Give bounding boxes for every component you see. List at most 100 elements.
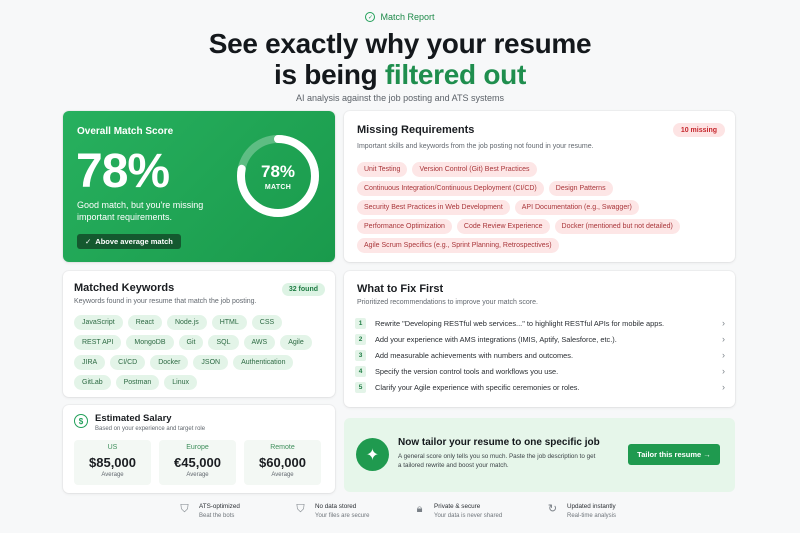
missing-requirements-card: Missing Requirements 10 missing Importan… bbox=[344, 111, 735, 262]
matched-tag: Linux bbox=[164, 375, 197, 390]
salary-note: Average bbox=[101, 472, 124, 478]
feature-title: Private & secure bbox=[434, 503, 481, 510]
fix-text: Add measurable achievements with numbers… bbox=[375, 350, 574, 360]
matched-tag: Git bbox=[178, 335, 204, 350]
missing-tag: Agile Scrum Specifics (e.g., Sprint Plan… bbox=[357, 238, 559, 253]
missing-tag: Unit Testing bbox=[357, 162, 408, 177]
salary-title: Estimated Salary bbox=[95, 413, 172, 424]
salary-region: Remote bbox=[270, 444, 295, 451]
feature-title: ATS-optimized bbox=[199, 503, 240, 510]
fix-item[interactable]: 2 Add your experience with AMS integratio… bbox=[355, 331, 725, 347]
fix-text: Add your experience with AMS integration… bbox=[375, 334, 617, 344]
ring-center: 78% MATCH bbox=[233, 131, 323, 221]
score-percent: 78% bbox=[76, 145, 170, 198]
salary-region-box: US $85,000 Average bbox=[74, 440, 151, 485]
feature-item: ↻ Updated instantly Real-time analysis bbox=[546, 503, 616, 519]
fix-text: Rewrite "Developing RESTful web services… bbox=[375, 318, 665, 328]
feature-subtitle: Your data is never shared bbox=[434, 513, 503, 519]
matched-tag-list: JavaScript React Node.js HTML CSS REST API Mon… bbox=[74, 315, 319, 390]
feature-subtitle: Beat the bots bbox=[199, 513, 235, 519]
ring-percent: 78% bbox=[260, 161, 296, 181]
matched-tag: Node.js bbox=[166, 315, 207, 330]
tailor-title: Now tailor your resume to one specific j… bbox=[398, 437, 600, 448]
feature-subtitle: Real-time analysis bbox=[567, 513, 617, 519]
check-circle-icon: ✓ bbox=[365, 12, 376, 22]
sparkle-icon: ✦ bbox=[356, 438, 389, 471]
ring-label: MATCH bbox=[264, 183, 292, 191]
salary-region: Europe bbox=[186, 444, 209, 451]
match-score-card: Overall Match Score 78% Good match, but … bbox=[63, 111, 335, 262]
missing-tag: Code Review Experience bbox=[456, 219, 550, 234]
matched-tag: JSON bbox=[193, 355, 229, 370]
above-average-badge: ✓ Above average match bbox=[77, 234, 181, 249]
chevron-right-icon: › bbox=[722, 366, 725, 376]
tailor-resume-button[interactable]: Tailor this resume → bbox=[628, 444, 720, 465]
tailor-description: A general score only tells you so much. … bbox=[398, 453, 596, 469]
report-badge: ✓ Match Report bbox=[0, 12, 800, 22]
fix-item[interactable]: 3 Add measurable achievements with number… bbox=[355, 347, 725, 363]
chevron-right-icon: › bbox=[722, 350, 725, 360]
title-highlight: filtered out bbox=[384, 59, 526, 90]
tailor-banner: ✦ Now tailor your resume to one specific… bbox=[344, 418, 735, 492]
missing-tag: Docker (mentioned but not detailed) bbox=[554, 219, 680, 234]
salary-region-box: Europe €45,000 Average bbox=[159, 440, 236, 485]
feature-subtitle: Your files are secure bbox=[315, 513, 370, 519]
missing-tag-list: Unit Testing Version Control (Git) Best P… bbox=[357, 162, 727, 253]
fix-number: 2 bbox=[355, 333, 366, 345]
missing-tag: Design Patterns bbox=[548, 181, 613, 196]
feature-item: ⛉ No data stored Your files are secure bbox=[294, 503, 369, 519]
salary-region-box: Remote $60,000 Average bbox=[244, 440, 321, 485]
chevron-right-icon: › bbox=[722, 382, 725, 392]
chevron-right-icon: › bbox=[722, 318, 725, 328]
salary-region: US bbox=[107, 444, 118, 451]
fix-text: Specify the version control tools and wo… bbox=[375, 366, 559, 376]
salary-note: Average bbox=[271, 472, 294, 478]
matched-tag: MongoDB bbox=[126, 335, 174, 350]
feature-item: 🔒︎ Private & secure Your data is never sha… bbox=[413, 503, 503, 519]
missing-tag: API Documentation (e.g., Swagger) bbox=[514, 200, 639, 215]
shield-check-icon: ⛉ bbox=[180, 503, 189, 515]
dollar-icon: $ bbox=[74, 414, 88, 428]
matched-tag: CSS bbox=[251, 315, 283, 330]
matched-count-badge: 32 found bbox=[281, 283, 325, 296]
feature-title: No data stored bbox=[315, 503, 357, 510]
matched-tag: HTML bbox=[211, 315, 247, 330]
page-subtitle: AI analysis against the job posting and … bbox=[296, 93, 504, 103]
matched-tag: AWS bbox=[243, 335, 276, 350]
refresh-icon: ↻ bbox=[547, 503, 558, 515]
feature-item: ⛉ ATS-optimized Beat the bots bbox=[178, 503, 240, 519]
fix-number: 4 bbox=[355, 365, 366, 377]
chevron-right-icon: › bbox=[722, 334, 725, 344]
matched-tag: JavaScript bbox=[74, 315, 123, 330]
fix-number: 1 bbox=[355, 317, 366, 329]
matched-tag: CI/CD bbox=[110, 355, 146, 370]
fix-first-card: What to Fix First Prioritized recommenda… bbox=[344, 271, 735, 407]
matched-title: Matched Keywords bbox=[74, 282, 175, 294]
matched-tag: Agile bbox=[280, 335, 312, 350]
missing-title: Missing Requirements bbox=[357, 124, 475, 136]
matched-tag: JIRA bbox=[74, 355, 106, 370]
score-description: Good match, but you're missing important… bbox=[77, 200, 204, 222]
lock-icon: 🔒︎ bbox=[416, 503, 423, 515]
missing-tag: Performance Optimization bbox=[357, 219, 452, 234]
fix-text: Clarify your Agile experience with speci… bbox=[375, 382, 580, 392]
matched-tag: SQL bbox=[208, 335, 239, 350]
fix-item[interactable]: 1 Rewrite "Developing RESTful web service… bbox=[355, 315, 725, 331]
matched-tag: React bbox=[127, 315, 162, 330]
matched-keywords-card: Matched Keywords 32 found Keywords found… bbox=[63, 271, 335, 397]
shield-icon: ⛉ bbox=[296, 503, 305, 515]
fix-list: 1 Rewrite "Developing RESTful web service… bbox=[355, 315, 725, 395]
fix-item[interactable]: 4 Specify the version control tools and w… bbox=[355, 363, 725, 379]
fix-subtitle: Prioritized recommendations to improve y… bbox=[357, 299, 538, 306]
matched-tag: GitLab bbox=[74, 375, 111, 390]
report-badge-label: Match Report bbox=[380, 12, 435, 22]
fix-number: 3 bbox=[355, 349, 366, 361]
matched-tag: Postman bbox=[115, 375, 160, 390]
salary-value: $60,000 bbox=[259, 455, 306, 470]
matched-subtitle: Keywords found in your resume that match… bbox=[74, 298, 257, 305]
fix-item[interactable]: 5 Clarify your Agile experience with spec… bbox=[355, 379, 725, 395]
score-label: Overall Match Score bbox=[77, 126, 174, 137]
feature-title: Updated instantly bbox=[567, 503, 616, 510]
salary-value: €45,000 bbox=[174, 455, 221, 470]
missing-count-badge: 10 missing bbox=[672, 123, 725, 137]
